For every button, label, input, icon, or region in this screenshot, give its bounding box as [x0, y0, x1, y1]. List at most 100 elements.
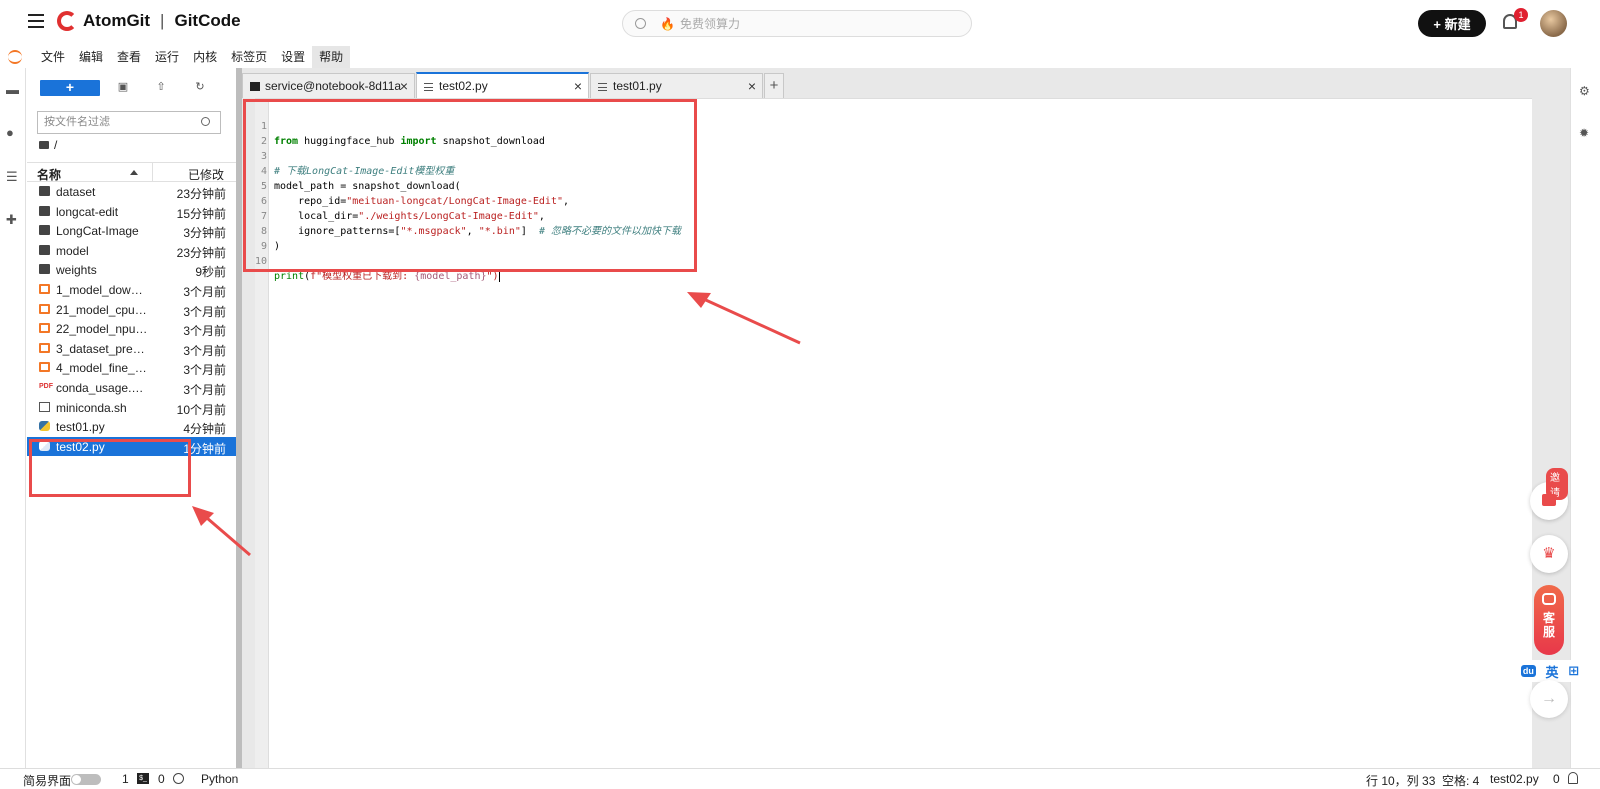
menu-edit[interactable]: 编辑	[72, 46, 110, 68]
folder-icon	[39, 205, 50, 216]
avatar[interactable]	[1540, 10, 1567, 37]
tab-test01[interactable]: test01.py ×	[590, 73, 763, 98]
gift-icon	[1542, 494, 1556, 506]
input-method-bar[interactable]: du 英 ⊞	[1516, 660, 1584, 682]
tab-test02[interactable]: test02.py ×	[416, 72, 589, 98]
baidu-ime-logo-icon: du	[1520, 665, 1536, 677]
notebook-icon	[39, 342, 50, 353]
tab-label: test01.py	[613, 79, 662, 93]
debugger-icon[interactable]: ✹	[1579, 126, 1593, 140]
file-filter-input[interactable]: 按文件名过滤	[37, 111, 221, 134]
property-inspector-icon[interactable]: ⚙	[1579, 84, 1593, 98]
document-icon	[598, 83, 607, 91]
refresh-icon[interactable]: ↻	[193, 80, 207, 94]
support-label: 服	[1542, 625, 1555, 639]
file-modified: 4分钟前	[183, 422, 226, 437]
kernel-count[interactable]: 1	[122, 772, 129, 786]
cursor-position[interactable]: 行 10，列 33	[1366, 772, 1435, 789]
file-row-dataset[interactable]: dataset 23分钟前	[27, 182, 236, 202]
brand-atomgit: AtomGit	[83, 11, 151, 30]
menu-settings[interactable]: 设置	[274, 46, 312, 68]
simple-mode-toggle[interactable]	[71, 774, 101, 785]
file-row-notebook[interactable]: 1_model_downl... 3个月前	[27, 280, 236, 300]
search-placeholder: 免费领算力	[679, 17, 740, 31]
file-row-notebook[interactable]: 21_model_cpu_i... 3个月前	[27, 300, 236, 320]
file-row-test01[interactable]: test01.py 4分钟前	[27, 417, 236, 437]
left-activity-bar: ▬ ● ☰ ✚	[0, 68, 26, 768]
file-row-notebook[interactable]: 22_model_npu_i... 3个月前	[27, 319, 236, 339]
kernel-status-icon	[173, 773, 184, 784]
menu-bar: 文件 编辑 查看 运行 内核 标签页 设置 帮助	[0, 46, 1600, 68]
arrow-right-icon[interactable]: →	[1530, 680, 1568, 718]
customer-service-button[interactable]: 客 服	[1534, 585, 1564, 655]
top-bar: AtomGit | GitCode 🔥 免费领算力 + 新建 1	[0, 0, 1600, 46]
close-icon[interactable]: ×	[574, 74, 582, 98]
indent-setting[interactable]: 空格: 4	[1442, 772, 1479, 789]
invite-button[interactable]: 邀请	[1530, 468, 1568, 520]
ime-grid-icon[interactable]: ⊞	[1568, 663, 1579, 679]
trophy-icon[interactable]: ♛	[1530, 535, 1568, 573]
file-modified: 3个月前	[183, 324, 226, 339]
file-row-pdf[interactable]: PDF conda_usage.pdf 3个月前	[27, 378, 236, 398]
menu-run[interactable]: 运行	[148, 46, 186, 68]
file-name: LongCat-Image	[56, 224, 139, 239]
new-tab-button[interactable]: +	[764, 73, 784, 98]
menu-tabs[interactable]: 标签页	[224, 46, 274, 68]
notebook-icon	[39, 283, 50, 294]
status-filename: test02.py	[1490, 772, 1539, 786]
column-name[interactable]: 名称	[37, 166, 61, 183]
support-label: 客	[1542, 611, 1555, 625]
extension-icon[interactable]: ✚	[6, 212, 20, 227]
file-browser: + ▣ ⇧ ↻ 按文件名过滤 / 名称 已修改 dataset 23分钟前 lon…	[27, 68, 236, 768]
folder-icon[interactable]: ▬	[6, 82, 20, 97]
tab-terminal[interactable]: service@notebook-8d11a ×	[242, 73, 415, 98]
running-icon[interactable]: ●	[6, 125, 20, 140]
file-row-model[interactable]: model 23分钟前	[27, 241, 236, 261]
file-row-weights[interactable]: weights 9秒前	[27, 260, 236, 280]
file-name: model	[56, 243, 89, 258]
new-button[interactable]: + 新建	[1418, 10, 1486, 37]
file-row-longcat-image[interactable]: LongCat-Image 3分钟前	[27, 221, 236, 241]
file-name: miniconda.sh	[56, 400, 127, 415]
file-modified: 15分钟前	[176, 206, 226, 221]
status-bar: 简易界面 1 $_ 0 Python 行 10，列 33 空格: 4 test0…	[0, 768, 1600, 788]
breadcrumb[interactable]: /	[39, 138, 57, 152]
terminal-count[interactable]: 0	[158, 772, 165, 786]
file-row-notebook[interactable]: 4_model_fine_tu... 3个月前	[27, 358, 236, 378]
file-modified: 10个月前	[176, 402, 226, 417]
menu-view[interactable]: 查看	[110, 46, 148, 68]
ime-language[interactable]: 英	[1546, 662, 1559, 681]
file-row-notebook[interactable]: 3_dataset_prepa... 3个月前	[27, 339, 236, 359]
menu-kernel[interactable]: 内核	[186, 46, 224, 68]
close-icon[interactable]: ×	[400, 74, 408, 98]
file-name: weights	[56, 263, 97, 278]
menu-help[interactable]: 帮助	[312, 46, 351, 68]
new-launcher-button[interactable]: +	[40, 80, 100, 96]
menu-file[interactable]: 文件	[34, 46, 72, 68]
upload-icon[interactable]: ⇧	[154, 80, 168, 94]
notebook-icon	[39, 362, 50, 373]
notification-badge: 1	[1514, 8, 1528, 22]
file-row-shell[interactable]: miniconda.sh 10个月前	[27, 398, 236, 418]
filter-placeholder: 按文件名过滤	[44, 116, 110, 128]
notification-count[interactable]: 0	[1553, 772, 1560, 786]
pdf-icon: PDF	[39, 382, 53, 390]
file-name: longcat-edit	[56, 204, 119, 219]
toc-icon[interactable]: ☰	[6, 169, 20, 184]
close-icon[interactable]: ×	[748, 74, 756, 98]
search-input[interactable]: 🔥 免费领算力	[622, 10, 972, 37]
column-divider[interactable]	[152, 163, 153, 181]
annotation-arrow-icon	[192, 506, 251, 557]
new-folder-icon[interactable]: ▣	[116, 80, 130, 94]
bell-icon[interactable]	[1568, 772, 1578, 784]
file-icon	[39, 401, 50, 412]
folder-icon	[39, 186, 50, 196]
brand-logo[interactable]: AtomGit | GitCode	[57, 11, 241, 31]
kernel-name[interactable]: Python	[201, 772, 238, 786]
menu-icon[interactable]	[28, 14, 44, 30]
python-icon	[39, 421, 50, 432]
tab-label: test02.py	[439, 79, 488, 93]
column-modified[interactable]: 已修改	[188, 166, 224, 183]
file-row-longcat-edit[interactable]: longcat-edit 15分钟前	[27, 202, 236, 222]
sort-ascending-icon	[130, 170, 138, 175]
